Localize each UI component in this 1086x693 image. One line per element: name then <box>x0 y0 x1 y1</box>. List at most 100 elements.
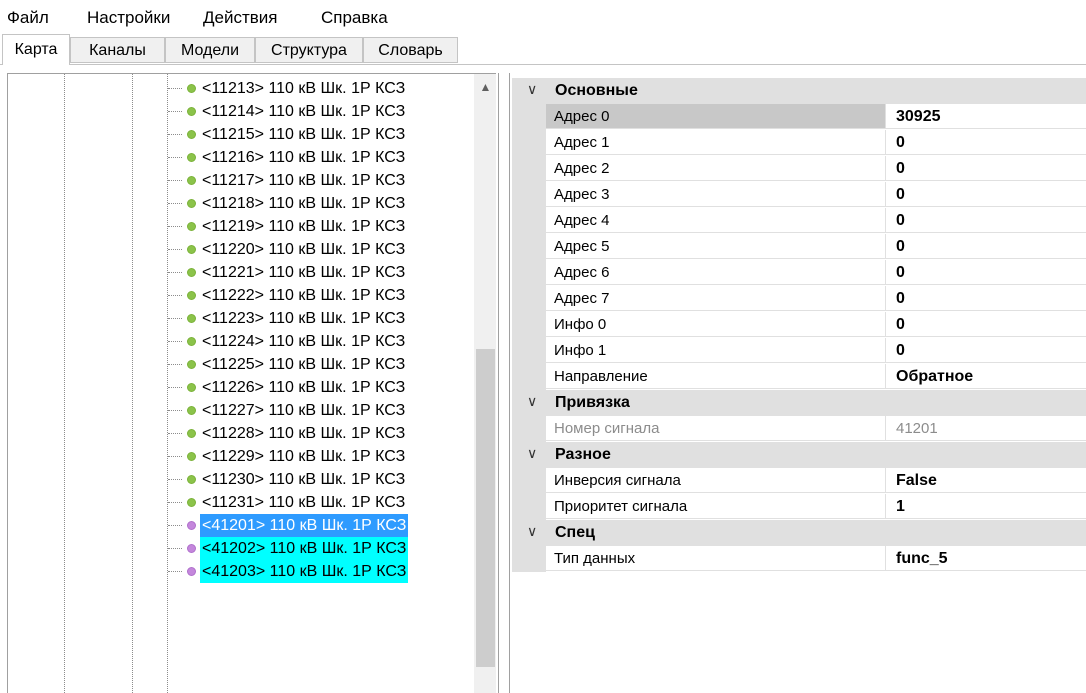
tree-item[interactable]: <11221> 110 кВ Шк. 1Р КСЗ <box>164 261 484 284</box>
property-value[interactable]: 0 <box>886 260 1086 285</box>
chevron-down-icon[interactable]: ∨ <box>527 393 537 410</box>
property-name[interactable]: Адрес 5 <box>546 234 886 259</box>
menu-file[interactable]: Файл <box>7 7 49 29</box>
property-category[interactable]: ∨ Спец <box>512 520 1086 546</box>
property-name[interactable]: Номер сигнала <box>546 416 886 441</box>
tree-item-label: <11224> 110 кВ Шк. 1Р КСЗ <box>202 333 406 350</box>
property-name[interactable]: Инфо 1 <box>546 338 886 363</box>
property-name[interactable]: Адрес 2 <box>546 156 886 181</box>
property-row[interactable]: Адрес 0 30925 <box>512 104 1086 130</box>
green-status-dot-icon <box>187 176 196 185</box>
property-row[interactable]: Адрес 10 <box>512 130 1086 156</box>
property-value[interactable]: 0 <box>886 234 1086 259</box>
tree-view[interactable]: <11213> 110 кВ Шк. 1Р КСЗ <11214> 110 кВ … <box>7 73 496 693</box>
chevron-down-icon[interactable]: ∨ <box>527 523 537 540</box>
tree-item[interactable]: <11218> 110 кВ Шк. 1Р КСЗ <box>164 192 484 215</box>
property-value[interactable]: func_5 <box>886 546 1086 571</box>
tree-item[interactable]: <11229> 110 кВ Шк. 1Р КСЗ <box>164 445 484 468</box>
scroll-thumb[interactable] <box>476 349 495 667</box>
property-gutter <box>512 468 546 494</box>
property-row[interactable]: Адрес 40 <box>512 208 1086 234</box>
tree-item[interactable]: <11217> 110 кВ Шк. 1Р КСЗ <box>164 169 484 192</box>
tree-item[interactable]: <11225> 110 кВ Шк. 1Р КСЗ <box>164 353 484 376</box>
tree-guide-line <box>64 74 65 693</box>
tree-connector <box>168 479 182 480</box>
tab-models[interactable]: Модели <box>165 37 255 63</box>
property-row[interactable]: Направление Обратное <box>512 364 1086 390</box>
property-row[interactable]: Инверсия сигнала False <box>512 468 1086 494</box>
tree-item[interactable]: <11230> 110 кВ Шк. 1Р КСЗ <box>164 468 484 491</box>
tree-item[interactable]: <11227> 110 кВ Шк. 1Р КСЗ <box>164 399 484 422</box>
property-name[interactable]: Адрес 0 <box>546 104 886 129</box>
tree-item[interactable]: <11220> 110 кВ Шк. 1Р КСЗ <box>164 238 484 261</box>
tree-item[interactable]: <11226> 110 кВ Шк. 1Р КСЗ <box>164 376 484 399</box>
property-name[interactable]: Адрес 1 <box>546 130 886 155</box>
tree-item[interactable]: <11231> 110 кВ Шк. 1Р КСЗ <box>164 491 484 514</box>
tree-connector <box>168 249 182 250</box>
tree-item[interactable]: <11214> 110 кВ Шк. 1Р КСЗ <box>164 100 484 123</box>
property-value[interactable]: 1 <box>886 494 1086 519</box>
property-row[interactable]: Тип данных func_5 <box>512 546 1086 572</box>
tab-map[interactable]: Карта <box>2 34 70 65</box>
property-value[interactable]: 0 <box>886 130 1086 155</box>
tree-item[interactable]: <11213> 110 кВ Шк. 1Р КСЗ <box>164 77 484 100</box>
menu-help[interactable]: Справка <box>321 7 388 29</box>
tree-item[interactable]: <11223> 110 кВ Шк. 1Р КСЗ <box>164 307 484 330</box>
property-row[interactable]: Номер сигнала 41201 <box>512 416 1086 442</box>
property-name[interactable]: Адрес 6 <box>546 260 886 285</box>
tree-item[interactable]: <11224> 110 кВ Шк. 1Р КСЗ <box>164 330 484 353</box>
chevron-up-icon[interactable]: ▲ <box>474 74 496 100</box>
panel-splitter[interactable] <box>498 73 510 693</box>
tab-dictionary[interactable]: Словарь <box>363 37 458 63</box>
tree-item[interactable]: <11216> 110 кВ Шк. 1Р КСЗ <box>164 146 484 169</box>
property-name[interactable]: Тип данных <box>546 546 886 571</box>
property-name[interactable]: Адрес 7 <box>546 286 886 311</box>
tree-connector <box>168 410 182 411</box>
tree-item[interactable]: <41203> 110 кВ Шк. 1Р КСЗ <box>164 560 484 583</box>
property-value[interactable]: Обратное <box>886 364 1086 389</box>
property-row[interactable]: Адрес 50 <box>512 234 1086 260</box>
chevron-down-icon[interactable]: ∨ <box>527 81 537 98</box>
tree-item[interactable]: <11215> 110 кВ Шк. 1Р КСЗ <box>164 123 484 146</box>
property-category[interactable]: ∨ Разное <box>512 442 1086 468</box>
property-row[interactable]: Адрес 20 <box>512 156 1086 182</box>
property-name[interactable]: Инфо 0 <box>546 312 886 337</box>
property-category[interactable]: ∨ Основные <box>512 78 1086 104</box>
property-row[interactable]: Адрес 70 <box>512 286 1086 312</box>
green-status-dot-icon <box>187 452 196 461</box>
tab-channels[interactable]: Каналы <box>70 37 165 63</box>
menu-settings[interactable]: Настройки <box>87 7 170 29</box>
category-label: Разное <box>555 446 611 463</box>
property-row[interactable]: Приоритет сигнала 1 <box>512 494 1086 520</box>
property-name[interactable]: Инверсия сигнала <box>546 468 886 493</box>
property-value[interactable]: 0 <box>886 182 1086 207</box>
menu-bar: Файл Настройки Действия Справка <box>0 0 1086 34</box>
property-value[interactable]: 0 <box>886 156 1086 181</box>
property-name[interactable]: Приоритет сигнала <box>546 494 886 519</box>
property-value[interactable]: 0 <box>886 286 1086 311</box>
menu-actions[interactable]: Действия <box>203 7 277 29</box>
property-row[interactable]: Инфо 00 <box>512 312 1086 338</box>
property-name[interactable]: Направление <box>546 364 886 389</box>
property-value[interactable]: 41201 <box>886 416 1086 441</box>
tab-structure[interactable]: Структура <box>255 37 363 63</box>
chevron-down-icon[interactable]: ∨ <box>527 445 537 462</box>
tree-item[interactable]: <11222> 110 кВ Шк. 1Р КСЗ <box>164 284 484 307</box>
property-row[interactable]: Адрес 60 <box>512 260 1086 286</box>
property-row[interactable]: Адрес 30 <box>512 182 1086 208</box>
tree-item[interactable]: <41202> 110 кВ Шк. 1Р КСЗ <box>164 537 484 560</box>
vertical-scrollbar[interactable]: ▲ <box>474 74 496 693</box>
property-value[interactable]: 0 <box>886 208 1086 233</box>
tree-item[interactable]: <11219> 110 кВ Шк. 1Р КСЗ <box>164 215 484 238</box>
property-value[interactable]: 30925 <box>886 104 1086 129</box>
property-value[interactable]: False <box>886 468 1086 493</box>
property-category[interactable]: ∨ Привязка <box>512 390 1086 416</box>
tree-item[interactable]: <11228> 110 кВ Шк. 1Р КСЗ <box>164 422 484 445</box>
tree-item[interactable]: <41201> 110 кВ Шк. 1Р КСЗ <box>164 514 484 537</box>
property-row[interactable]: Инфо 10 <box>512 338 1086 364</box>
property-name[interactable]: Адрес 4 <box>546 208 886 233</box>
tree-connector <box>168 456 182 457</box>
property-value[interactable]: 0 <box>886 338 1086 363</box>
property-value[interactable]: 0 <box>886 312 1086 337</box>
property-name[interactable]: Адрес 3 <box>546 182 886 207</box>
